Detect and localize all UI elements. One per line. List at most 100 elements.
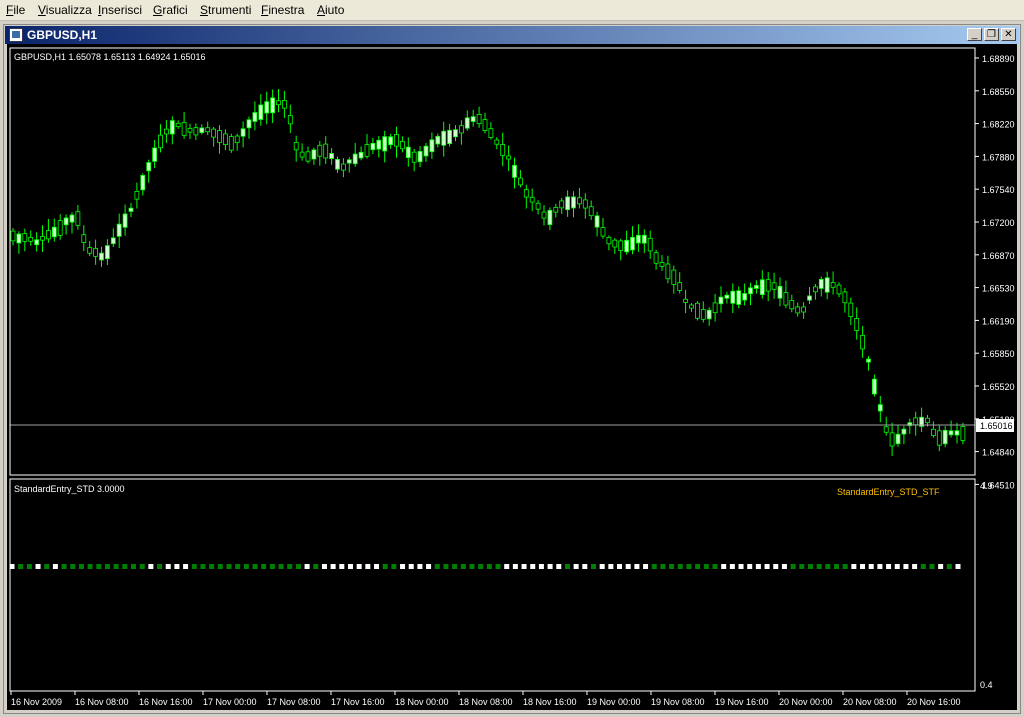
indicator-dot [61,564,67,569]
time-tick-label: 18 Nov 16:00 [523,697,577,707]
price-tick-label: 1.68550 [982,87,1015,97]
indicator-dot [269,564,275,569]
bull-candle [901,428,907,435]
chart-canvas[interactable]: 1.68890 1.68550 1.68220 1.67880 1.67540 1.672… [7,44,1017,710]
indicator-dot [512,564,518,569]
bull-candle [742,293,747,301]
indicator-dot [695,564,701,569]
minimize-button[interactable]: _ [967,28,982,41]
price-chart[interactable]: 1.68890 1.68550 1.68220 1.67880 1.67540 1.672… [7,44,1017,710]
bear-candle [276,100,281,106]
menu-grafici[interactable]: Grafici [153,3,188,17]
menu-visualizza[interactable]: Visualizza [38,3,92,17]
restore-button[interactable]: ❐ [984,28,999,41]
bear-candle [305,151,311,162]
indicator-dot [131,564,137,569]
indicator-dot [833,564,839,569]
bull-candle [630,236,635,251]
bear-candle [836,284,842,295]
indicator-dot [243,564,249,569]
bear-candle [46,230,51,240]
bear-candle [612,239,618,248]
indicator-dot [634,564,640,569]
bear-candle [476,113,482,125]
indicator-dot [521,564,527,569]
time-axis: 16 Nov 2009 16 Nov 08:00 16 Nov 16:00 17 No… [10,691,961,707]
bear-candle [960,425,966,441]
indicator-scale-top: 4.9 [980,481,993,491]
bear-candle [500,144,506,156]
indicator-dot [235,564,241,569]
indicator-dot [261,564,267,569]
indicator-dot [538,564,544,569]
indicator-dot [330,564,336,569]
bear-candle [28,236,34,242]
indicator-dot [104,564,110,569]
bear-candle [618,240,624,251]
indicator-name: StandardEntry_STD_STF [837,487,940,497]
bear-candle [222,133,228,146]
indicator-dot [747,564,753,569]
indicator-label: StandardEntry_STD 3.0000 [14,484,125,494]
bear-candle [689,304,694,309]
bear-candle [217,130,222,143]
indicator-dot [547,564,553,569]
bear-candle [789,300,795,310]
bull-candle [116,223,122,237]
bear-candle [925,417,930,424]
title-bar[interactable]: GBPUSD,H1 _ ❐ ✕ [5,26,1019,44]
indicator-dot [443,564,449,569]
bull-candle [954,430,960,436]
indicator-dot [582,564,588,569]
time-tick-label: 16 Nov 2009 [11,697,62,707]
bull-candle [128,207,134,212]
bull-candle [152,147,158,162]
bull-candle [34,239,40,246]
indicator-dot [790,564,796,569]
indicator-dot [755,564,761,569]
indicator-dot [738,564,744,569]
bear-candle [889,432,895,447]
indicator-frame [9,478,976,692]
indicator-dot [478,564,484,569]
menu-aiuto[interactable]: Aiuto [317,3,344,17]
bull-candle [948,430,954,436]
indicator-dot [573,564,579,569]
indicator-dot [391,564,397,569]
indicator-dot [426,564,432,569]
bull-candle [246,119,252,129]
indicator-dot [44,564,50,569]
menu-inserisci[interactable]: Inserisci [98,3,142,17]
bear-candle [175,122,181,128]
bear-candle [323,143,329,159]
indicator-dot [669,564,675,569]
menu-file[interactable]: File [6,3,25,17]
close-button[interactable]: ✕ [1001,28,1016,41]
indicator-dot [886,564,892,569]
menu-strumenti[interactable]: Strumenti [200,3,251,17]
indicator-dot [816,564,822,569]
indicator-dot [764,564,770,569]
indicator-dot [469,564,475,569]
bear-candle [854,318,860,331]
bear-candle [22,233,28,242]
indicator-dot [113,564,119,569]
bear-candle [211,128,217,138]
indicator-dot [304,564,310,569]
indicator-dot [590,564,596,569]
menu-finestra[interactable]: Finestra [261,3,304,17]
bear-candle [234,135,240,144]
bear-candle [93,248,98,257]
bear-candle [577,197,582,205]
bull-candle [405,146,411,159]
indicator-scale-bottom: 0.4 [980,680,993,690]
bear-candle [205,127,211,133]
bear-candle [287,115,293,125]
bear-candle [10,230,16,242]
bull-candle [441,130,447,146]
bear-candle [293,142,299,151]
bear-candle [81,234,87,243]
bear-candle [936,430,942,446]
indicator-dot [452,564,458,569]
bear-candle [683,298,688,303]
